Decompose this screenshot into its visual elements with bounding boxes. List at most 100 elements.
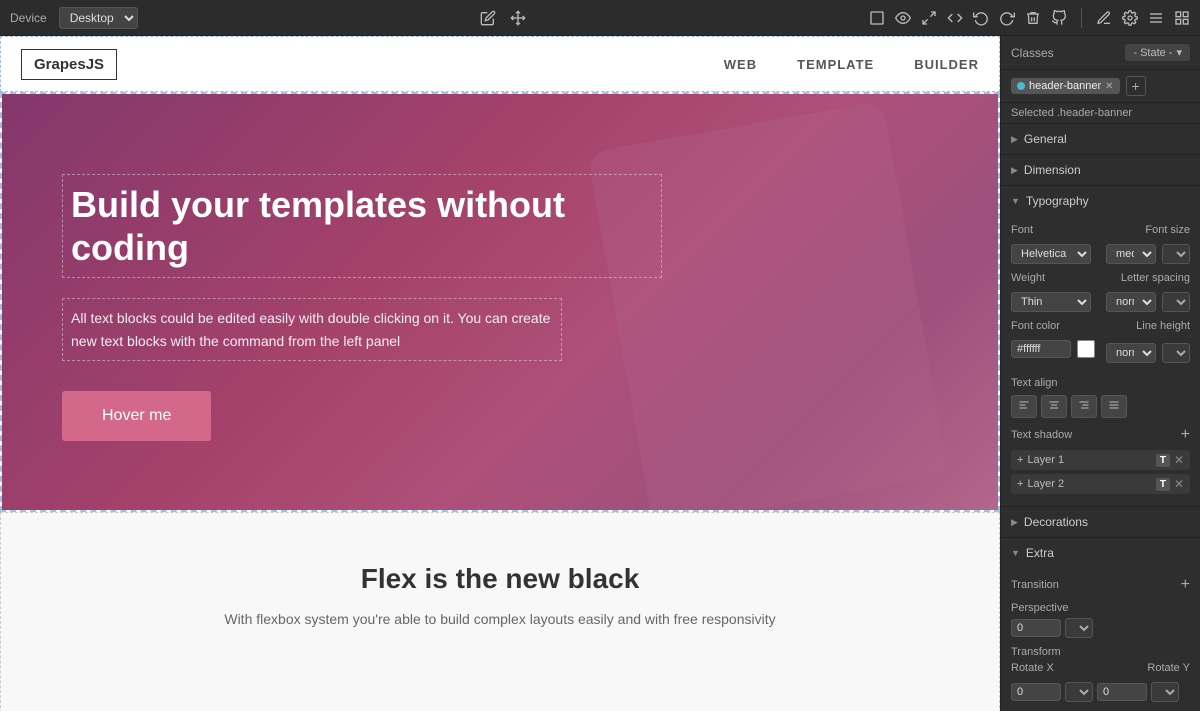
preview-flex-section: Flex is the new black With flexbox syste… (0, 512, 1000, 711)
rotate-x-input[interactable] (1011, 683, 1061, 701)
dimension-section-header[interactable]: ▶ Dimension (1001, 155, 1200, 185)
redo-icon[interactable] (999, 10, 1015, 26)
line-height-select[interactable]: normal 1.5 2 (1106, 343, 1156, 363)
rotate-x-unit[interactable]: deg rad (1065, 682, 1093, 702)
text-shadow-label: Text shadow (1011, 429, 1072, 441)
grid-icon[interactable] (1174, 10, 1190, 26)
code-icon[interactable] (947, 10, 963, 26)
tag-name: header-banner (1029, 80, 1101, 92)
nav-link-builder[interactable]: BUILDER (914, 57, 979, 72)
perspective-label: Perspective (1011, 602, 1190, 614)
panel-section-extra: ▼ Extra Transition + Perspective px e (1001, 538, 1200, 711)
font-size-select[interactable]: medium small large (1106, 244, 1156, 264)
line-height-pair: normal 1.5 2 px em (1106, 343, 1190, 363)
extra-section-body: Transition + Perspective px em (1001, 568, 1200, 711)
font-fontsize-row: Font Font size (1011, 224, 1190, 236)
shadow-layer-2-remove-button[interactable]: ✕ (1174, 477, 1184, 491)
transition-label: Transition (1011, 579, 1059, 591)
align-left-button[interactable] (1011, 395, 1037, 418)
preview-logo: GrapesJS (21, 49, 117, 80)
flex-title[interactable]: Flex is the new black (21, 563, 979, 595)
general-label: General (1024, 132, 1067, 146)
panel-section-decorations: ▶ Decorations (1001, 507, 1200, 538)
rotate-y-unit[interactable]: deg rad (1151, 682, 1179, 702)
line-height-label: Line height (1136, 320, 1190, 332)
line-height-unit[interactable]: px em (1162, 343, 1190, 363)
tag-dot (1017, 82, 1025, 90)
font-size-pair: medium small large px em % (1106, 244, 1190, 264)
panel-tag-header-banner[interactable]: header-banner ✕ (1011, 78, 1120, 94)
letter-spacing-label: Letter spacing (1121, 272, 1190, 284)
rotate-y-input[interactable] (1097, 683, 1147, 701)
fullscreen-icon[interactable] (921, 10, 937, 26)
typography-section-header[interactable]: ▼ Typography (1001, 186, 1200, 216)
shadow-layer-1-left: + Layer 1 (1017, 454, 1064, 466)
settings-icon[interactable] (1122, 10, 1138, 26)
shadow-layer-2-t-button[interactable]: T (1156, 478, 1170, 491)
rotate-y-label: Rotate Y (1147, 662, 1190, 674)
shadow-layer-2-right: T ✕ (1156, 477, 1184, 491)
rotate-x-label: Rotate X (1011, 662, 1054, 674)
device-select[interactable]: Desktop Tablet Mobile (59, 7, 138, 29)
preview-nav-links: WEB TEMPLATE BUILDER (724, 57, 979, 72)
menu-icon[interactable] (1148, 10, 1164, 26)
font-select[interactable]: Helvetica Arial Georgia (1011, 244, 1091, 264)
site-preview: GrapesJS WEB TEMPLATE BUILDER Build your… (0, 36, 1000, 711)
tag-add-button[interactable]: + (1126, 76, 1146, 96)
weight-select[interactable]: Thin Normal Bold (1011, 292, 1091, 312)
letter-spacing-unit[interactable]: px em (1162, 292, 1190, 312)
panel-section-general: ▶ General (1001, 124, 1200, 155)
perspective-unit[interactable]: px em (1065, 618, 1093, 638)
shadow-layer-1-right: T ✕ (1156, 453, 1184, 467)
toolbar-center (480, 10, 526, 26)
eye-icon[interactable] (895, 10, 911, 26)
trash-icon[interactable] (1025, 10, 1041, 26)
shadow-layer-2-left: + Layer 2 (1017, 478, 1064, 490)
preview-hero[interactable]: Build your templates without coding All … (0, 92, 1000, 512)
dimension-arrow: ▶ (1011, 165, 1018, 176)
typography-label: Typography (1026, 194, 1089, 208)
hero-title[interactable]: Build your templates without coding (62, 174, 662, 278)
hero-button[interactable]: Hover me (62, 391, 211, 441)
nav-link-web[interactable]: WEB (724, 57, 757, 72)
undo-icon[interactable] (973, 10, 989, 26)
extra-section-header[interactable]: ▼ Extra (1001, 538, 1200, 568)
text-shadow-add-button[interactable]: + (1181, 426, 1190, 444)
perspective-row: Perspective px em (1011, 602, 1190, 638)
rotate-xy-labels: Rotate X Rotate Y (1011, 662, 1190, 674)
font-color-input[interactable] (1011, 340, 1071, 358)
letter-spacing-pair: normal 1px 2px px em (1106, 292, 1190, 312)
panel-section-dimension: ▶ Dimension (1001, 155, 1200, 186)
pencil-panel-icon[interactable] (1096, 10, 1112, 26)
font-size-label: Font size (1145, 224, 1190, 236)
align-justify-button[interactable] (1101, 395, 1127, 418)
shadow-layer-2: + Layer 2 T ✕ (1011, 474, 1190, 494)
font-label: Font (1011, 224, 1033, 236)
hero-subtitle[interactable]: All text blocks could be edited easily w… (62, 298, 562, 361)
general-section-header[interactable]: ▶ General (1001, 124, 1200, 154)
transition-add-button[interactable]: + (1181, 576, 1190, 594)
font-color-label: Font color (1011, 320, 1060, 332)
github-icon[interactable] (1051, 10, 1067, 26)
weight-letterspacing-labels: Weight Letter spacing (1011, 272, 1190, 284)
move-icon[interactable] (510, 10, 526, 26)
flex-subtitle[interactable]: With flexbox system you're able to build… (21, 611, 979, 627)
font-color-swatch[interactable] (1077, 340, 1095, 358)
decorations-section-header[interactable]: ▶ Decorations (1001, 507, 1200, 537)
canvas-area[interactable]: GrapesJS WEB TEMPLATE BUILDER Build your… (0, 36, 1000, 711)
shadow-layer-1-remove-button[interactable]: ✕ (1174, 453, 1184, 467)
font-size-unit[interactable]: px em % (1162, 244, 1190, 264)
text-align-label: Text align (1011, 377, 1057, 389)
align-right-button[interactable] (1071, 395, 1097, 418)
frame-icon[interactable] (869, 10, 885, 26)
shadow-layer-1-t-button[interactable]: T (1156, 454, 1170, 467)
edit-icon[interactable] (480, 10, 496, 26)
letter-spacing-select[interactable]: normal 1px 2px (1106, 292, 1156, 312)
perspective-input[interactable] (1011, 619, 1061, 637)
state-dropdown[interactable]: - State - ▾ (1125, 44, 1190, 61)
nav-link-template[interactable]: TEMPLATE (797, 57, 874, 72)
transform-row: Transform Rotate X Rotate Y deg rad (1011, 646, 1190, 702)
panel-section-typography: ▼ Typography Font Font size Helvetica Ar… (1001, 186, 1200, 507)
align-center-button[interactable] (1041, 395, 1067, 418)
tag-close-button[interactable]: ✕ (1105, 81, 1113, 92)
